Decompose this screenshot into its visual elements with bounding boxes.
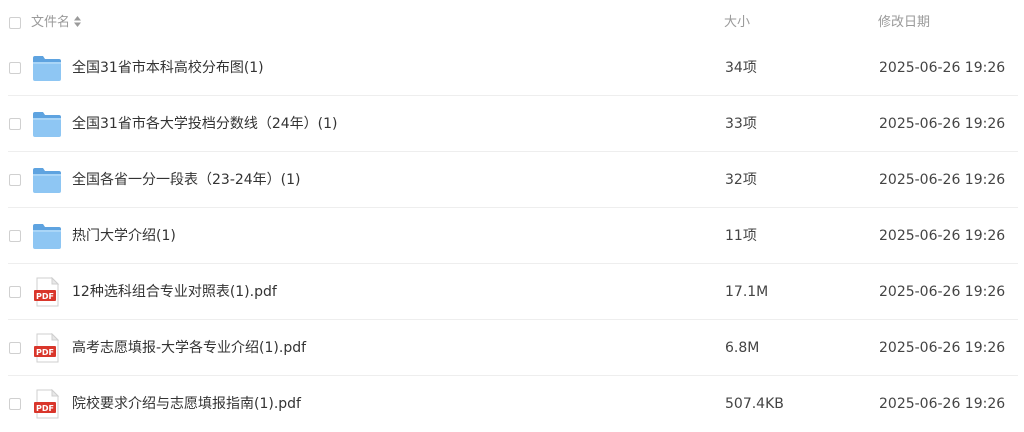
folder-icon [33, 224, 61, 249]
row-checkbox[interactable] [9, 230, 21, 242]
file-date: 2025-06-26 19:26 [879, 172, 1006, 188]
file-size: 32项 [725, 172, 757, 188]
file-name[interactable]: 院校要求介绍与志愿填报指南(1).pdf [72, 395, 301, 413]
column-header-name-label: 文件名 [31, 15, 71, 30]
file-date: 2025-06-26 19:26 [879, 396, 1006, 412]
file-row[interactable]: PDF 12种选科组合专业对照表(1).pdf 17.1M 2025-06-26… [8, 264, 1018, 320]
file-size: 17.1M [725, 284, 769, 300]
file-name[interactable]: 12种选科组合专业对照表(1).pdf [72, 283, 277, 301]
row-checkbox[interactable] [9, 398, 21, 410]
pdf-icon: PDF [34, 277, 60, 307]
row-checkbox[interactable] [9, 286, 21, 298]
column-header-date[interactable]: 修改日期 [878, 15, 930, 31]
row-checkbox[interactable] [9, 342, 21, 354]
file-size: 33项 [725, 116, 757, 132]
file-date: 2025-06-26 19:26 [879, 340, 1006, 356]
column-header-name[interactable]: 文件名 [31, 15, 82, 31]
file-name[interactable]: 高考志愿填报-大学各专业介绍(1).pdf [72, 339, 306, 357]
folder-icon [33, 168, 61, 193]
file-row[interactable]: 全国31省市本科高校分布图(1) 34项 2025-06-26 19:26 [8, 40, 1018, 96]
pdf-icon-label: PDF [36, 348, 54, 357]
pdf-icon-label: PDF [36, 404, 54, 413]
file-name[interactable]: 全国31省市各大学投档分数线（24年）(1) [72, 115, 337, 133]
folder-icon [33, 56, 61, 81]
row-checkbox[interactable] [9, 174, 21, 186]
file-size: 507.4KB [725, 396, 784, 412]
file-date: 2025-06-26 19:26 [879, 228, 1006, 244]
column-header-size[interactable]: 大小 [724, 15, 750, 31]
file-date: 2025-06-26 19:26 [879, 60, 1006, 76]
pdf-icon: PDF [34, 333, 60, 363]
file-size: 11项 [725, 228, 757, 244]
pdf-icon-label: PDF [36, 292, 54, 301]
file-row[interactable]: PDF 高考志愿填报-大学各专业介绍(1).pdf 6.8M 2025-06-2… [8, 320, 1018, 376]
row-checkbox[interactable] [9, 62, 21, 74]
sort-icon[interactable] [74, 16, 82, 27]
file-row[interactable]: 全国31省市各大学投档分数线（24年）(1) 33项 2025-06-26 19… [8, 96, 1018, 152]
file-name[interactable]: 全国各省一分一段表（23-24年）(1) [72, 171, 301, 189]
select-all-checkbox[interactable] [9, 17, 21, 29]
file-row[interactable]: 全国各省一分一段表（23-24年）(1) 32项 2025-06-26 19:2… [8, 152, 1018, 208]
file-row[interactable]: 热门大学介绍(1) 11项 2025-06-26 19:26 [8, 208, 1018, 264]
folder-icon [33, 112, 61, 137]
file-row[interactable]: PDF 院校要求介绍与志愿填报指南(1).pdf 507.4KB 2025-06… [8, 376, 1018, 432]
pdf-icon: PDF [34, 389, 60, 419]
file-name[interactable]: 全国31省市本科高校分布图(1) [72, 59, 264, 77]
file-size: 34项 [725, 60, 757, 76]
file-date: 2025-06-26 19:26 [879, 284, 1006, 300]
file-name[interactable]: 热门大学介绍(1) [72, 227, 176, 245]
row-checkbox[interactable] [9, 118, 21, 130]
file-date: 2025-06-26 19:26 [879, 116, 1006, 132]
file-list: 全国31省市本科高校分布图(1) 34项 2025-06-26 19:26 全国… [0, 40, 1024, 432]
file-size: 6.8M [725, 340, 760, 356]
